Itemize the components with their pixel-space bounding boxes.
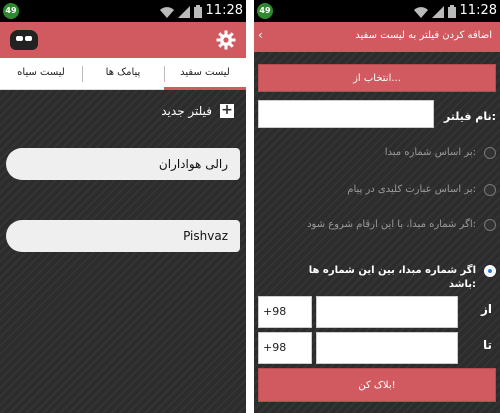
filter-item[interactable]: رالی هواداران (6, 148, 240, 180)
status-bar: 49 11:28 (254, 0, 500, 22)
option-label: اگر شماره مبدا، با این ارقام شروع شود: (307, 219, 476, 230)
radio-button[interactable] (484, 219, 496, 231)
app-logo-icon (10, 30, 38, 50)
status-bar: 49 11:28 (0, 0, 246, 22)
option-label: بر اساس شماره مبدا: (384, 147, 476, 158)
option-label: اگر شماره مبدا، بین این شماره ها باشد: (308, 265, 476, 290)
filter-item[interactable]: Pishvaz (6, 220, 240, 252)
range-to-row: +98 تا (258, 332, 496, 364)
tab-blacklist[interactable]: لیست سیاه (0, 58, 82, 89)
back-chevron-icon[interactable]: ‹ (258, 28, 263, 42)
option-by-sender[interactable]: بر اساس شماره مبدا: (258, 146, 496, 160)
new-filter-label: فیلتر جدید (161, 104, 212, 118)
filter-list-area: فیلتر جدید + رالی هواداران Pishvaz (0, 90, 246, 413)
to-prefix-field[interactable]: +98 (258, 332, 312, 364)
to-number-input[interactable] (316, 332, 458, 364)
notification-badge: 49 (3, 3, 19, 19)
tab-bar: لیست سیاه پیامک ها لیست سفید (0, 58, 246, 90)
option-by-keyword[interactable]: بر اساس عبارت کلیدی در پیام: (258, 183, 496, 197)
page-title: اضافه کردن فیلتر به لیست سفید (355, 30, 492, 41)
app-bar (0, 22, 246, 58)
select-from-button[interactable]: انتخاب از... (258, 64, 496, 92)
add-filter-form: انتخاب از... نام فیلتر: بر اساس شماره مب… (254, 52, 500, 413)
add-filter-screen: 49 11:28 ‹ اضافه کردن فیلتر به لیست سفید… (254, 0, 500, 413)
filter-name-input[interactable] (258, 100, 434, 128)
battery-icon (448, 5, 456, 18)
from-label: از (480, 302, 492, 316)
option-label: بر اساس عبارت کلیدی در پیام: (347, 184, 476, 195)
radio-button[interactable] (484, 147, 496, 159)
from-number-input[interactable] (316, 296, 458, 328)
new-filter-button[interactable]: فیلتر جدید + (161, 102, 234, 118)
wifi-icon (160, 7, 174, 18)
to-label: تا (482, 338, 492, 352)
filter-name-label: نام فیلتر: (443, 110, 496, 123)
signal-icon (178, 6, 190, 18)
battery-icon (194, 5, 202, 18)
from-prefix-field[interactable]: +98 (258, 296, 312, 328)
settings-gear-icon[interactable] (216, 30, 236, 50)
clock: 11:28 (459, 3, 497, 18)
tab-messages[interactable]: پیامک ها (82, 58, 164, 89)
clock: 11:28 (205, 3, 243, 18)
notification-badge: 49 (257, 3, 273, 19)
radio-button-selected[interactable] (484, 265, 496, 277)
block-button[interactable]: بلاک کن! (258, 368, 496, 402)
option-number-range[interactable]: اگر شماره مبدا، بین این شماره ها باشد: (258, 264, 496, 292)
option-starts-with[interactable]: اگر شماره مبدا، با این ارقام شروع شود: (258, 218, 496, 232)
whitelist-screen: 49 11:28 لیست سیاه پیامک ها لیست سفید فی (0, 0, 246, 413)
radio-button[interactable] (484, 184, 496, 196)
signal-icon (432, 6, 444, 18)
wifi-icon (414, 7, 428, 18)
app-bar: ‹ اضافه کردن فیلتر به لیست سفید (254, 22, 500, 52)
range-from-row: +98 از (258, 296, 496, 328)
plus-icon: + (220, 102, 234, 118)
tab-whitelist[interactable]: لیست سفید (164, 58, 246, 90)
